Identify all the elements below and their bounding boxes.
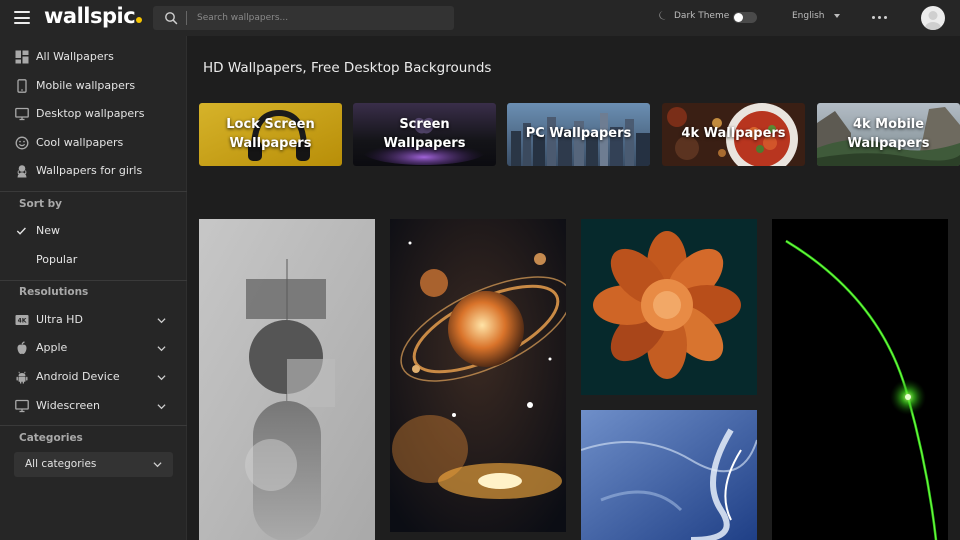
chevron-down-icon[interactable] — [157, 373, 166, 382]
resolutions-title: Resolutions — [19, 286, 89, 298]
sidebar-divider — [0, 280, 187, 281]
svg-text:4K: 4K — [18, 318, 27, 325]
search-separator — [186, 11, 187, 25]
category-card-pc[interactable]: PC Wallpapers — [507, 103, 650, 166]
smile-icon — [15, 136, 29, 150]
phone-icon — [17, 79, 27, 93]
wallpaper-image — [199, 219, 375, 540]
chevron-down-icon[interactable] — [157, 316, 166, 325]
check-icon — [16, 227, 26, 235]
page-title: HD Wallpapers, Free Desktop Backgrounds — [203, 60, 492, 76]
search-icon[interactable] — [164, 11, 178, 25]
logo[interactable]: wallspic — [44, 4, 143, 28]
categories-title: Categories — [19, 432, 83, 444]
sidebar-item-desktop-wallpapers[interactable]: Desktop wallpapers — [0, 100, 187, 128]
category-card-label: Lock Screen Wallpapers — [226, 117, 315, 151]
apple-icon — [17, 341, 27, 354]
4k-icon: 4K — [15, 315, 29, 325]
chevron-down-icon — [153, 462, 162, 468]
sidebar: All Wallpapers Mobile wallpapers Desktop… — [0, 36, 187, 540]
resolution-apple[interactable]: Apple — [0, 334, 187, 362]
wallpaper-image — [390, 219, 566, 532]
resolution-label: Android Device — [36, 370, 120, 383]
category-card-4k-mobile[interactable]: 4k Mobile Wallpapers — [817, 103, 960, 166]
search-input[interactable] — [197, 9, 447, 27]
wallpaper-image — [581, 410, 757, 540]
more-icon[interactable] — [872, 16, 887, 19]
sort-by-title: Sort by — [19, 198, 62, 210]
dark-theme-text: Dark Theme — [674, 10, 730, 21]
sidebar-divider — [0, 425, 187, 426]
chevron-down-icon[interactable] — [157, 402, 166, 411]
category-card-label: Screen Wallpapers — [383, 117, 466, 151]
wallpaper-image — [772, 219, 948, 540]
sort-option-label: Popular — [36, 253, 78, 266]
logo-text: wallspic — [44, 4, 136, 28]
category-card-4k[interactable]: 4k Wallpapers — [662, 103, 805, 166]
wallpaper-tile-galaxy-planets[interactable] — [390, 219, 566, 532]
wallpaper-tile-blue-marble[interactable] — [581, 410, 757, 540]
menu-icon[interactable] — [14, 11, 30, 24]
categories-select-value: All categories — [25, 458, 97, 470]
wallpaper-tile-orange-flower[interactable] — [581, 219, 757, 395]
resolution-android-device[interactable]: Android Device — [0, 363, 187, 391]
girl-icon — [17, 165, 27, 178]
grid-icon — [15, 50, 29, 64]
sort-option-popular[interactable]: Popular — [0, 246, 187, 274]
avatar[interactable] — [921, 6, 945, 30]
category-card-label: PC Wallpapers — [525, 126, 632, 142]
moon-icon — [659, 11, 666, 20]
main-content: HD Wallpapers, Free Desktop Backgrounds … — [188, 36, 960, 540]
android-icon — [16, 371, 28, 384]
search-bar — [153, 6, 454, 30]
wallpaper-image — [581, 219, 757, 395]
sidebar-item-wallpapers-for-girls[interactable]: Wallpapers for girls — [0, 157, 187, 185]
sidebar-item-all-wallpapers[interactable]: All Wallpapers — [0, 43, 187, 71]
sidebar-item-label: Cool wallpapers — [36, 136, 124, 149]
category-card-label: 4k Mobile Wallpapers — [847, 117, 930, 151]
dark-theme-label: Dark Theme — [658, 10, 729, 21]
toggle-knob — [734, 13, 743, 22]
sidebar-item-label: Wallpapers for girls — [36, 164, 143, 177]
resolution-label: Widescreen — [36, 399, 101, 412]
category-card-label: 4k Wallpapers — [681, 126, 786, 142]
resolution-label: Ultra HD — [36, 313, 83, 326]
sidebar-item-label: All Wallpapers — [36, 50, 114, 63]
sidebar-item-cool-wallpapers[interactable]: Cool wallpapers — [0, 129, 187, 157]
sidebar-item-label: Desktop wallpapers — [36, 107, 145, 120]
sort-option-label: New — [36, 224, 60, 237]
resolution-label: Apple — [36, 341, 68, 354]
caret-down-icon — [833, 14, 840, 18]
resolution-widescreen[interactable]: Widescreen — [0, 392, 187, 420]
user-icon — [925, 11, 941, 30]
categories-select[interactable]: All categories — [14, 452, 173, 477]
sort-option-new[interactable]: New — [0, 217, 187, 245]
monitor-icon — [15, 107, 29, 121]
logo-dot — [136, 17, 143, 23]
chevron-down-icon[interactable] — [157, 344, 166, 353]
resolution-ultra-hd[interactable]: 4K Ultra HD — [0, 306, 187, 334]
monitor-icon — [15, 399, 29, 413]
sidebar-item-mobile-wallpapers[interactable]: Mobile wallpapers — [0, 72, 187, 100]
top-bar: wallspic Dark Theme English — [0, 0, 960, 36]
wallpaper-tile-green-arc[interactable] — [772, 219, 948, 540]
category-card-screen[interactable]: Screen Wallpapers — [353, 103, 496, 166]
language-label: English — [792, 11, 825, 21]
category-card-lock-screen[interactable]: Lock Screen Wallpapers — [199, 103, 342, 166]
sidebar-item-label: Mobile wallpapers — [36, 79, 136, 92]
wallpaper-tile-abstract-gray[interactable] — [199, 219, 375, 540]
sidebar-divider — [0, 191, 187, 192]
language-select[interactable]: English — [792, 11, 840, 21]
dark-theme-toggle[interactable] — [733, 12, 757, 23]
